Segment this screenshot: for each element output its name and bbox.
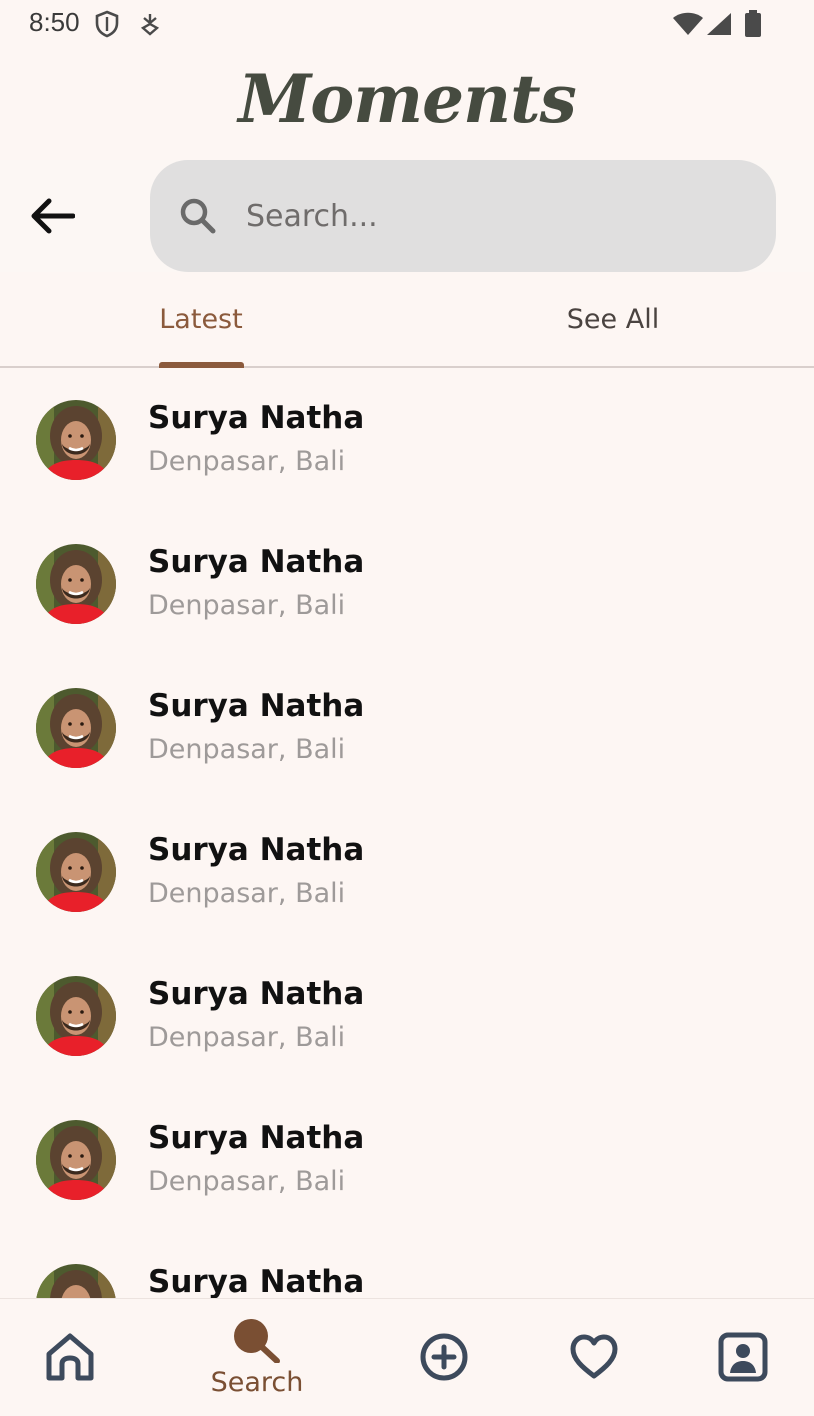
avatar xyxy=(36,1264,116,1298)
app-title: Moments xyxy=(238,60,577,138)
add-icon xyxy=(420,1333,468,1381)
user-location: Denpasar, Bali xyxy=(148,734,346,765)
tab-latest-label: Latest xyxy=(159,303,243,335)
home-icon xyxy=(46,1333,94,1381)
nav-search-label: Search xyxy=(210,1366,304,1398)
user-location: Denpasar, Bali xyxy=(148,1166,346,1197)
app-header: Moments xyxy=(0,50,814,160)
nav-profile[interactable] xyxy=(695,1299,791,1415)
screen: 8:50 Moments Search... Latest See All Su… xyxy=(0,0,814,1416)
heart-icon xyxy=(570,1334,618,1379)
user-list: Surya Natha Denpasar, Bali Surya Natha D… xyxy=(0,368,814,1298)
nav-home[interactable] xyxy=(22,1299,118,1415)
list-item[interactable]: Surya Natha Denpasar, Bali xyxy=(0,512,814,656)
arrow-left-icon xyxy=(31,198,75,234)
tab-latest[interactable]: Latest xyxy=(130,272,272,366)
back-button[interactable] xyxy=(24,192,80,240)
avatar xyxy=(36,832,116,912)
user-location: Denpasar, Bali xyxy=(148,590,346,621)
list-item[interactable]: Surya Natha Denpasar, Bali xyxy=(0,944,814,1088)
user-location: Denpasar, Bali xyxy=(148,446,346,477)
tab-see-all-label: See All xyxy=(566,303,660,335)
avatar-image xyxy=(36,1120,116,1200)
user-name: Surya Natha xyxy=(148,832,365,868)
list-item[interactable]: Surya Natha xyxy=(0,1232,814,1298)
user-name: Surya Natha xyxy=(148,688,365,724)
avatar-image xyxy=(36,832,116,912)
avatar xyxy=(36,544,116,624)
search-input[interactable] xyxy=(246,188,746,244)
user-name: Surya Natha xyxy=(148,544,365,580)
profile-icon xyxy=(718,1332,768,1382)
list-item[interactable]: Surya Natha Denpasar, Bali xyxy=(0,1088,814,1232)
tab-see-all[interactable]: See All xyxy=(520,272,706,366)
avatar xyxy=(36,400,116,480)
avatar-image xyxy=(36,976,116,1056)
user-location: Denpasar, Bali xyxy=(148,878,346,909)
user-name: Surya Natha xyxy=(148,1264,365,1298)
nav-favorites[interactable] xyxy=(546,1299,642,1415)
search-icon xyxy=(234,1318,280,1363)
status-time: 8:50 xyxy=(29,7,80,37)
battery-icon xyxy=(745,10,761,37)
nav-add[interactable] xyxy=(396,1299,492,1415)
avatar-image xyxy=(36,688,116,768)
bottom-nav: Search xyxy=(0,1298,814,1416)
avatar-image xyxy=(36,400,116,480)
tab-bar: Latest See All xyxy=(0,272,814,368)
avatar xyxy=(36,1120,116,1200)
avatar xyxy=(36,688,116,768)
user-name: Surya Natha xyxy=(148,1120,365,1156)
list-item[interactable]: Surya Natha Denpasar, Bali xyxy=(0,368,814,512)
wifi-icon xyxy=(673,12,703,35)
list-item[interactable]: Surya Natha Denpasar, Bali xyxy=(0,800,814,944)
search-box[interactable] xyxy=(150,160,776,272)
shield-icon xyxy=(95,10,119,38)
signal-icon xyxy=(707,13,731,35)
user-name: Surya Natha xyxy=(148,400,365,436)
download-icon xyxy=(140,14,160,36)
avatar xyxy=(36,976,116,1056)
search-row xyxy=(0,160,814,272)
search-icon xyxy=(180,198,216,234)
status-bar: 8:50 xyxy=(0,0,814,50)
list-item[interactable]: Surya Natha Denpasar, Bali xyxy=(0,656,814,800)
avatar-image xyxy=(36,1264,116,1298)
user-name: Surya Natha xyxy=(148,976,365,1012)
user-location: Denpasar, Bali xyxy=(148,1022,346,1053)
avatar-image xyxy=(36,544,116,624)
nav-search[interactable]: Search xyxy=(196,1299,318,1415)
